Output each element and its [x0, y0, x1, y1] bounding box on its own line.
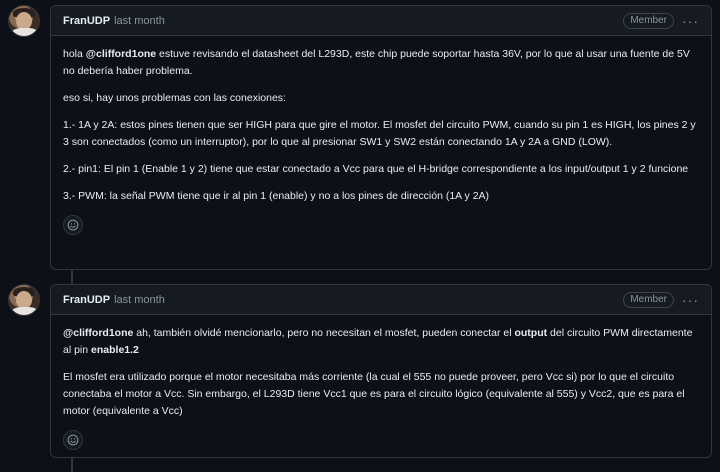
comment-paragraph: hola @clifford1one estuve revisando el d… — [63, 48, 690, 77]
comment-body: @clifford1one ah, también olvidé mencion… — [51, 315, 711, 462]
comment-header: FranUDP last month Member ··· — [51, 285, 711, 315]
comment-timestamp[interactable]: last month — [114, 15, 165, 27]
comment-paragraph: 2.- pin1: El pin 1 (Enable 1 y 2) tiene … — [63, 163, 689, 175]
comment-paragraph: @clifford1one ah, también olvidé mencion… — [63, 327, 693, 356]
comment-body: hola @clifford1one estuve revisando el d… — [51, 36, 711, 247]
smiley-icon — [67, 434, 79, 446]
user-mention[interactable]: @clifford1one — [63, 327, 133, 339]
avatar[interactable] — [8, 284, 40, 316]
kebab-horizontal-icon[interactable]: ··· — [682, 13, 699, 29]
kebab-horizontal-icon[interactable]: ··· — [682, 292, 699, 308]
comment-timestamp[interactable]: last month — [114, 294, 165, 306]
comment: FranUDP last month Member ··· @clifford1… — [50, 284, 712, 458]
author-name[interactable]: FranUDP — [63, 15, 110, 27]
timeline-connector — [71, 270, 73, 284]
role-badge: Member — [623, 12, 674, 29]
comment-paragraph: 1.- 1A y 2A: estos pines tienen que ser … — [63, 119, 696, 148]
role-badge: Member — [623, 291, 674, 308]
comment-paragraph: El mosfet era utilizado porque el motor … — [63, 371, 685, 417]
comment-header: FranUDP last month Member ··· — [51, 6, 711, 36]
avatar[interactable] — [8, 5, 40, 37]
comment-paragraph: 3.- PWM: la señal PWM tiene que ir al pi… — [63, 190, 490, 202]
user-mention[interactable]: @clifford1one — [86, 48, 156, 60]
author-name[interactable]: FranUDP — [63, 294, 110, 306]
add-reaction-button[interactable] — [63, 215, 83, 235]
smiley-icon — [67, 219, 79, 231]
comment: FranUDP last month Member ··· hola @clif… — [50, 5, 712, 270]
comment-paragraph: eso si, hay unos problemas con las conex… — [63, 92, 286, 104]
add-reaction-button[interactable] — [63, 430, 83, 450]
